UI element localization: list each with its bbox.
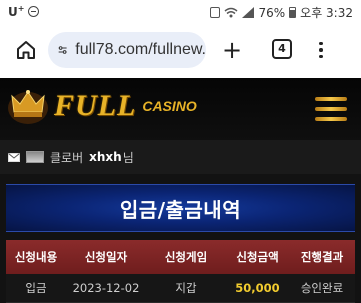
table-row[interactable]: 입금 2023-12-02 지갑 50,000 승인완료 — [6, 274, 355, 303]
battery-icon — [289, 7, 297, 18]
address-bar[interactable]: full78.com/fullnew. — [48, 32, 206, 68]
column-header: 신청금액 — [236, 250, 279, 264]
user-info-bar: 클로버 xhxh 님 — [0, 140, 361, 174]
level-badge-icon — [26, 151, 44, 163]
page-title: 입금/출금내역 — [119, 197, 242, 222]
username: xhxh — [89, 150, 122, 164]
user-grade: 클로버 — [50, 150, 84, 165]
vibrate-icon — [210, 7, 221, 18]
column-header: 신청내용 — [14, 250, 58, 264]
tab-switcher-button[interactable]: 4 — [272, 39, 292, 59]
do-not-disturb-icon — [28, 6, 40, 17]
mail-icon[interactable] — [8, 152, 20, 162]
logo-text: FULL — [54, 89, 137, 122]
casino-site: FULL CASINO 클로버 xhxh 님 입금/출금내역 신청내용 신청일자 … — [0, 78, 361, 303]
status-time: 오후 3:32 — [300, 6, 353, 20]
site-info-icon[interactable] — [58, 43, 67, 57]
cell-amount: 50,000 — [235, 281, 280, 295]
crown-logo-icon — [8, 90, 48, 124]
page-title-banner: 입금/출금내역 — [6, 184, 355, 232]
cell-type: 입금 — [25, 281, 47, 295]
battery-percent: 76% — [258, 5, 286, 20]
home-icon — [17, 41, 35, 59]
site-header: FULL CASINO — [0, 78, 361, 140]
column-header: 진행결과 — [300, 250, 344, 264]
history-table: 신청내용 신청일자 신청게임 신청금액 진행결과 입금 2023-12-02 지… — [6, 240, 355, 303]
site-menu-button[interactable] — [315, 97, 347, 121]
status-right: 76% 오후 3:32 — [210, 4, 353, 21]
new-tab-icon: + — [221, 36, 243, 64]
wifi-icon — [225, 7, 238, 18]
browser-toolbar: full78.com/fullnew. + 4 — [0, 24, 361, 78]
logo-subtext: CASINO — [142, 98, 197, 114]
username-suffix: 님 — [122, 150, 134, 165]
status-bar: U+ 76% 오후 3:32 — [0, 0, 361, 24]
carrier-label: U+ — [8, 4, 25, 19]
cell-date: 2023-12-02 — [72, 281, 140, 295]
more-menu-button[interactable] — [316, 36, 326, 64]
home-button[interactable] — [14, 38, 38, 62]
hamburger-icon — [315, 97, 347, 101]
status-left: U+ — [8, 4, 40, 19]
table-header: 신청내용 신청일자 신청게임 신청금액 진행결과 — [6, 240, 355, 274]
site-logo[interactable]: FULL CASINO — [6, 86, 197, 126]
url-text[interactable]: full78.com/fullnew. — [75, 41, 206, 59]
signal-icon — [242, 7, 255, 18]
new-tab-button[interactable]: + — [220, 38, 244, 62]
cell-game: 지갑 — [175, 281, 197, 295]
column-header: 신청게임 — [164, 250, 208, 264]
more-menu-icon — [319, 41, 323, 46]
cell-status: 승인완료 — [300, 281, 344, 295]
column-header: 신청일자 — [84, 250, 128, 264]
